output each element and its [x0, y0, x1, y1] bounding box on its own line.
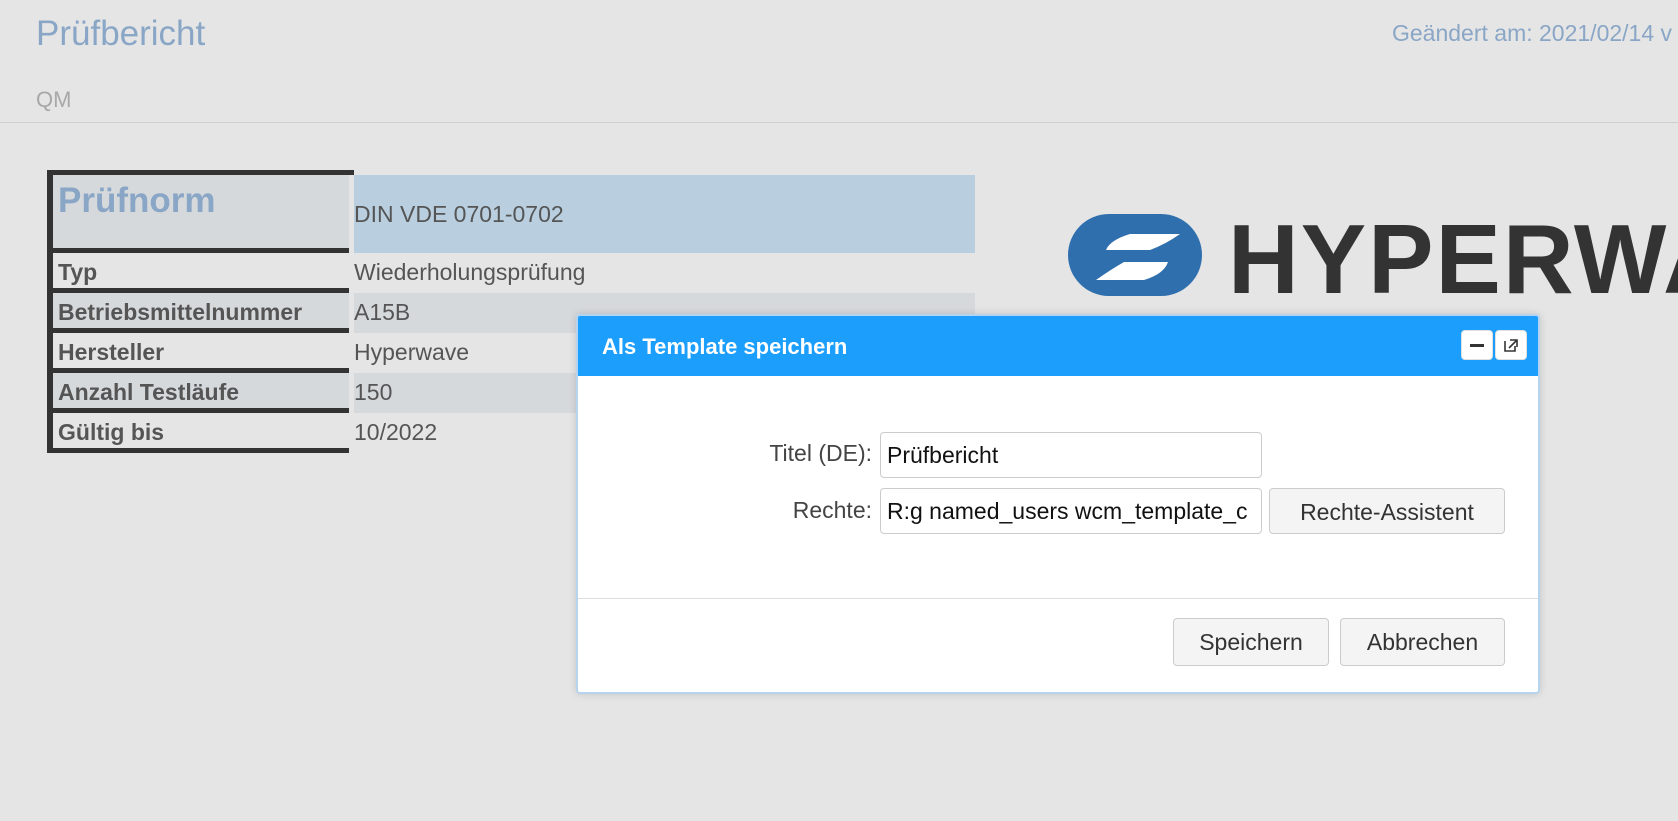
- rights-label: Rechte:: [792, 497, 872, 523]
- row-label: Betriebsmittelnummer: [47, 293, 349, 333]
- logo-mark-icon: [1068, 214, 1202, 296]
- row-label: Hersteller: [47, 333, 349, 373]
- rights-input[interactable]: [880, 488, 1262, 534]
- minimize-button[interactable]: [1461, 330, 1493, 360]
- popout-button[interactable]: [1495, 330, 1527, 360]
- title-input[interactable]: [880, 432, 1262, 478]
- row-value: Wiederholungsprüfung: [354, 259, 586, 285]
- row-label: Typ: [47, 253, 349, 293]
- external-link-icon: [1504, 339, 1518, 352]
- norm-value: DIN VDE 0701-0702: [354, 175, 975, 253]
- logo-text: HYPERWA: [1228, 206, 1678, 308]
- row-label: Anzahl Testläufe: [47, 373, 349, 413]
- dialog-title: Als Template speichern: [602, 334, 848, 359]
- modified-date: Geändert am: 2021/02/14 v: [1392, 20, 1673, 46]
- page-title: Prüfbericht: [36, 14, 206, 53]
- save-button[interactable]: Speichern: [1173, 618, 1329, 666]
- table-row: Typ Wiederholungsprüfung: [47, 253, 975, 293]
- minimize-icon: [1470, 344, 1484, 347]
- save-template-dialog: Als Template speichern Titel (DE): Recht…: [576, 314, 1540, 694]
- rights-assistant-button[interactable]: Rechte-Assistent: [1269, 488, 1505, 534]
- title-label: Titel (DE):: [769, 440, 872, 466]
- row-label: Gültig bis: [47, 413, 349, 453]
- category-label: QM: [36, 87, 72, 112]
- hyperwave-logo: HYPERWA: [1066, 206, 1678, 308]
- norm-label: Prüfnorm: [47, 175, 349, 253]
- cancel-button[interactable]: Abbrechen: [1340, 618, 1505, 666]
- header-divider: [0, 122, 1678, 123]
- footer-divider: [578, 598, 1538, 599]
- dialog-header[interactable]: Als Template speichern: [578, 316, 1538, 376]
- norm-row: Prüfnorm DIN VDE 0701-0702: [47, 175, 975, 253]
